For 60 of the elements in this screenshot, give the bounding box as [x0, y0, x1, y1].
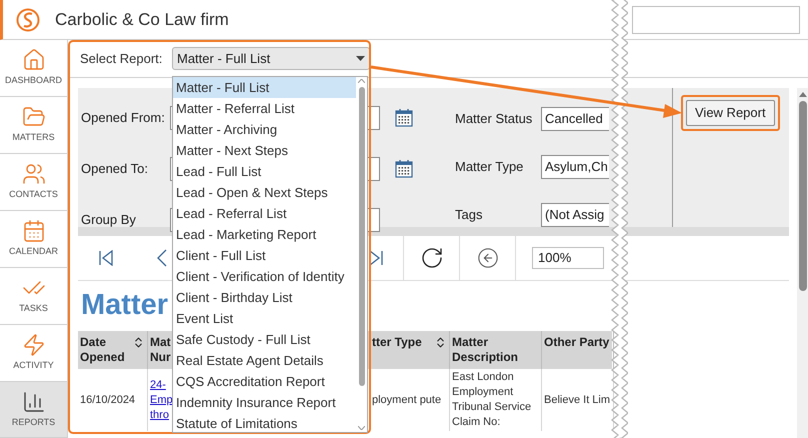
- table-cell: East London Employment Tribunal Service Claim No:: [450, 369, 542, 431]
- dropdown-option[interactable]: Real Estate Agent Details: [173, 350, 356, 371]
- dropdown-option[interactable]: CQS Accreditation Report: [173, 371, 356, 392]
- header-field[interactable]: [632, 6, 800, 34]
- view-report-button[interactable]: View Report: [686, 100, 775, 126]
- dropdown-scrollbar[interactable]: [356, 77, 367, 432]
- lightning-icon: [22, 333, 46, 358]
- field-label: Matter Status: [455, 110, 534, 128]
- scroll-down-icon[interactable]: [358, 426, 365, 430]
- dropdown-option[interactable]: Matter - Next Steps: [173, 140, 356, 161]
- dropdown-option[interactable]: Event List: [173, 308, 356, 329]
- scrollbar-thumb[interactable]: [798, 101, 806, 291]
- house-icon: [22, 48, 46, 72]
- field-label: Opened From:: [81, 109, 166, 128]
- people-icon: [22, 162, 46, 186]
- calendar-icon[interactable]: [394, 159, 414, 179]
- calendar-icon[interactable]: [394, 108, 414, 128]
- scrollbar-thumb[interactable]: [358, 87, 364, 386]
- table-cell: ployment pute: [370, 369, 450, 431]
- filter-field[interactable]: (Not Assig: [541, 203, 609, 227]
- field-label: Group By: [81, 211, 137, 230]
- table-cell: 16/10/2024: [78, 369, 148, 431]
- select-report-label: Select Report:: [80, 50, 164, 68]
- back-icon[interactable]: [476, 247, 498, 269]
- refresh-icon[interactable]: [420, 246, 444, 270]
- app-title: Carbolic & Co Law firm: [55, 8, 229, 31]
- first-page-icon[interactable]: [98, 250, 114, 266]
- report-select[interactable]: Matter - Full List: [172, 47, 370, 70]
- filter-field[interactable]: Asylum,Ch: [541, 155, 609, 179]
- column-header[interactable]: Matter Description: [450, 331, 542, 369]
- zoom-field[interactable]: 100%: [532, 247, 604, 269]
- scroll-up-icon[interactable]: [358, 79, 365, 83]
- dropdown-option[interactable]: Lead - Marketing Report: [173, 224, 356, 245]
- dropdown-option[interactable]: Client - Birthday List: [173, 287, 356, 308]
- filter-field[interactable]: Cancelled: [541, 107, 609, 131]
- field-label: Opened To:: [81, 160, 149, 178]
- field-label: Tags: [455, 206, 484, 224]
- dropdown-option[interactable]: Statute of Limitations: [173, 413, 356, 434]
- bar-chart-icon: [22, 390, 46, 414]
- calendar-icon: [22, 219, 46, 244]
- sidebar-item[interactable]: REPORTS: [0, 382, 67, 438]
- column-header[interactable]: tter Type: [370, 331, 450, 369]
- dropdown-option[interactable]: Matter - Full List: [173, 77, 356, 98]
- field-label: Matter Type: [455, 158, 524, 176]
- dropdown-option[interactable]: Safe Custody - Full List: [173, 329, 356, 350]
- dropdown-option[interactable]: Client - Verification of Identity: [173, 266, 356, 287]
- dropdown-option[interactable]: Indemnity Insurance Report: [173, 392, 356, 413]
- dropdown-option[interactable]: Matter - Archiving: [173, 119, 356, 140]
- caret-icon: [356, 56, 365, 61]
- dropdown-option[interactable]: Matter - Referral List: [173, 98, 356, 119]
- dropdown-option[interactable]: Lead - Referral List: [173, 203, 356, 224]
- logo-icon: [16, 8, 40, 32]
- scroll-up-icon[interactable]: [798, 92, 806, 97]
- column-header[interactable]: Date Opened: [78, 331, 148, 369]
- dropdown-option[interactable]: Lead - Full List: [173, 161, 356, 182]
- previous-page-icon[interactable]: [156, 249, 168, 267]
- scrollbar[interactable]: [797, 88, 808, 438]
- dropdown-option[interactable]: Client - Full List: [173, 245, 356, 266]
- dropdown-option[interactable]: Lead - Open & Next Steps: [173, 182, 356, 203]
- report-title: Matter: [81, 288, 168, 322]
